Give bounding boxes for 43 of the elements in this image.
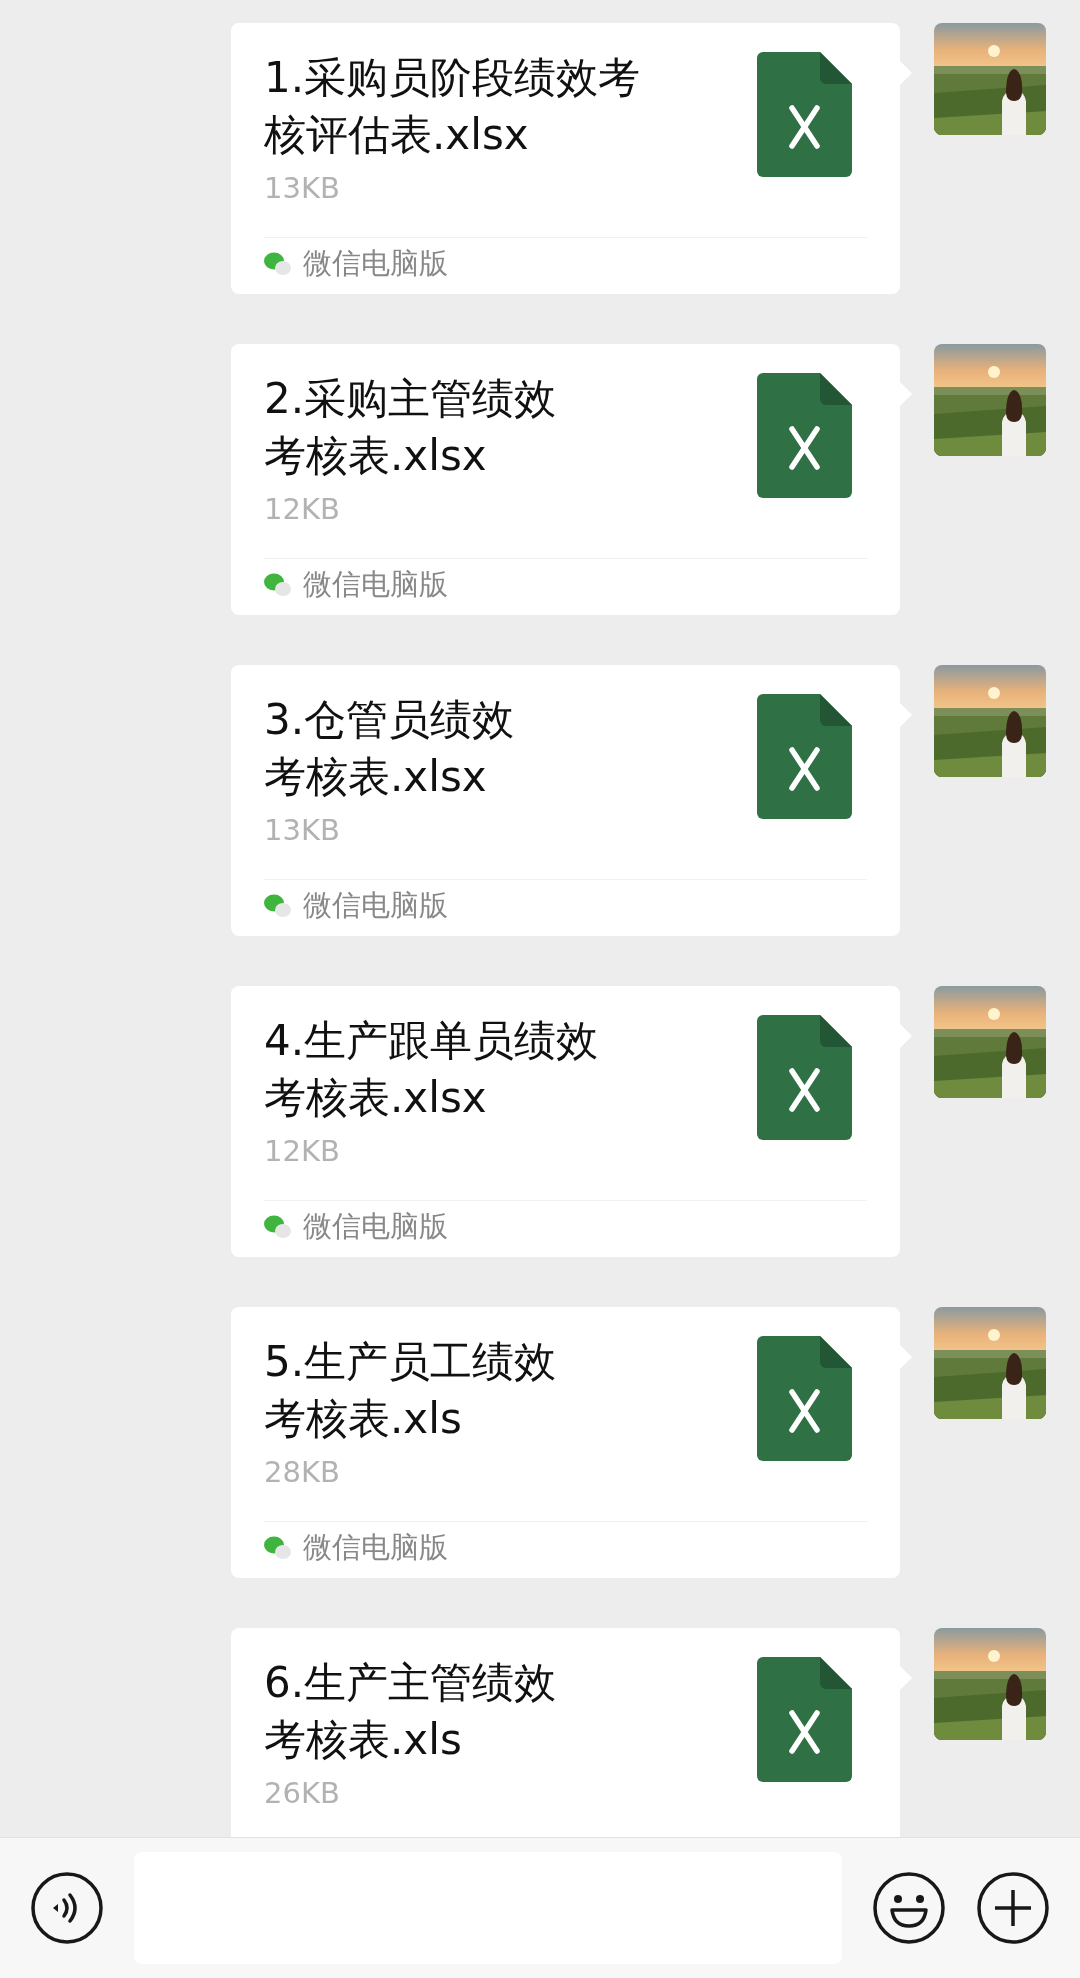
file-message-bubble[interactable]: 5.生产员工绩效 考核表.xls 28KB 微信电脑版 [231,1307,900,1578]
file-message-bubble[interactable]: 2.采购主管绩效 考核表.xlsx 12KB 微信电脑版 [231,344,900,615]
spreadsheet-file-icon [757,1015,852,1140]
file-size: 28KB [264,1455,341,1489]
source-label: 微信电脑版 [303,1208,448,1245]
wechat-logo-icon [264,252,291,276]
file-name-line: 核评估表.xlsx [264,109,529,161]
file-name-line: 考核表.xls [264,1714,462,1766]
voice-icon[interactable] [30,1871,104,1945]
file-size: 12KB [264,492,341,526]
source-label: 微信电脑版 [303,887,448,924]
spreadsheet-file-icon [757,1657,852,1782]
file-message-bubble[interactable]: 3.仓管员绩效 考核表.xlsx 13KB 微信电脑版 [231,665,900,936]
file-message-bubble[interactable]: 4.生产跟单员绩效 考核表.xlsx 12KB 微信电脑版 [231,986,900,1257]
wechat-logo-icon [264,1215,291,1239]
emoji-icon[interactable] [872,1871,946,1945]
file-name-line: 考核表.xlsx [264,1072,487,1124]
file-name-line: 3.仓管员绩效 [264,694,515,746]
file-name-line: 考核表.xlsx [264,751,487,803]
file-size: 13KB [264,171,341,205]
file-name-line: 1.采购员阶段绩效考 [264,52,641,104]
wechat-logo-icon [264,894,291,918]
spreadsheet-file-icon [757,52,852,177]
wechat-logo-icon [264,1536,291,1560]
file-name-line: 4.生产跟单员绩效 [264,1015,599,1067]
spreadsheet-file-icon [757,1336,852,1461]
file-name-line: 5.生产员工绩效 [264,1336,557,1388]
file-message-bubble[interactable]: 6.生产主管绩效 考核表.xls 26KB [231,1628,900,1837]
source-label: 微信电脑版 [303,245,448,282]
file-name-line: 考核表.xlsx [264,430,487,482]
file-size: 26KB [264,1776,341,1810]
add-icon[interactable] [976,1871,1050,1945]
spreadsheet-file-icon [757,373,852,498]
file-size: 12KB [264,1134,341,1168]
file-size: 13KB [264,813,341,847]
spreadsheet-file-icon [757,694,852,819]
source-label: 微信电脑版 [303,1529,448,1566]
file-name-line: 考核表.xls [264,1393,462,1445]
file-name-line: 2.采购主管绩效 [264,373,557,425]
file-message-bubble[interactable]: 1.采购员阶段绩效考 核评估表.xlsx 13KB 微信电脑版 [231,23,900,294]
file-name-line: 6.生产主管绩效 [264,1657,557,1709]
wechat-logo-icon [264,573,291,597]
source-label: 微信电脑版 [303,566,448,603]
